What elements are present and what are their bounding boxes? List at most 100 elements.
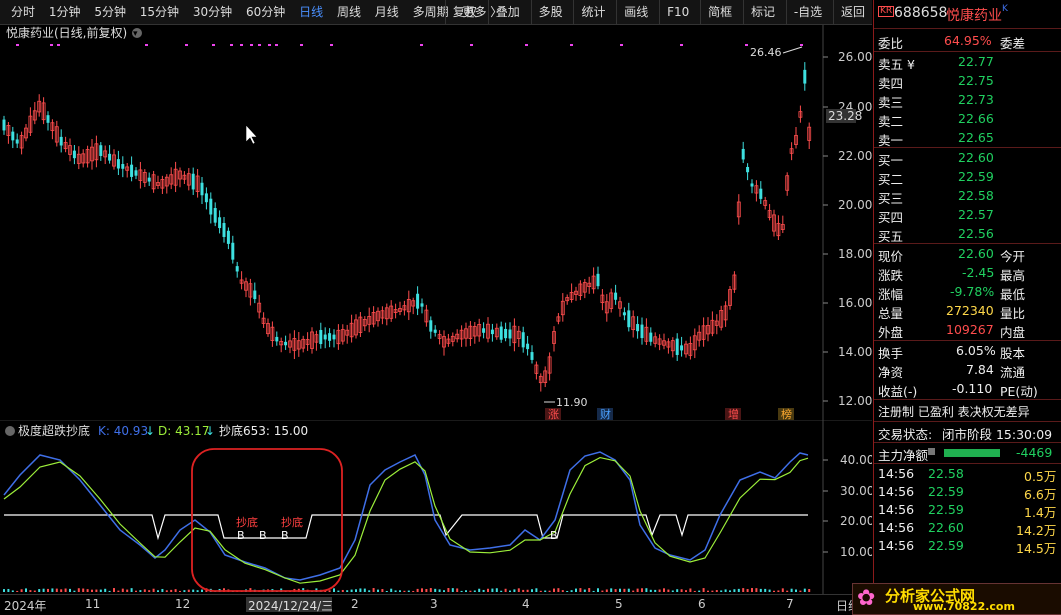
bottom-bar [38, 589, 41, 592]
sell-row-2[interactable]: 卖二 22.66 [878, 110, 1058, 129]
bottom-bar [539, 590, 542, 592]
bottom-bar [438, 589, 441, 592]
indicator-settings-icon[interactable] [5, 426, 15, 436]
tab-5min[interactable]: 5分钟 [89, 0, 131, 24]
period-tabs: 分时 1分钟 5分钟 15分钟 30分钟 60分钟 日线 周线 月线 多周期 更… [6, 0, 507, 24]
buy-row-2[interactable]: 买二 22.59 [878, 168, 1058, 187]
stat-label: 最低 [1000, 287, 1026, 302]
stat-value: 7.84 [966, 362, 994, 377]
signal-dot [525, 44, 528, 46]
chevron-down-icon[interactable] [928, 448, 935, 455]
candle-down [504, 328, 508, 339]
stat-label: 今开 [1000, 249, 1026, 264]
candle-down [130, 164, 134, 177]
tab-1min[interactable]: 1分钟 [44, 0, 86, 24]
indicator-chart[interactable]: 极度超跌抄底 K: 40.93 ↓ D: 43.17 ↓ 抄底653: 15.0… [0, 420, 872, 594]
restore-rights-button[interactable]: 复权 [444, 0, 484, 24]
date-axis: 2024年 11 12 2024/12/24/三 2 3 4 5 6 7 日线 [0, 594, 872, 615]
signal-dots [16, 44, 803, 46]
sell-price: 22.73 [958, 92, 994, 107]
price-tick-label: 18.00 [838, 247, 872, 261]
bottom-bar [583, 589, 586, 592]
bottom-bar [759, 588, 762, 592]
bottom-bar [60, 589, 63, 592]
tab-30min[interactable]: 30分钟 [188, 0, 237, 24]
overlay-button[interactable]: 叠加 [487, 0, 527, 24]
bottom-bar [658, 589, 661, 592]
bottom-bar [399, 590, 401, 592]
k-down-arrow-icon: ↓ [145, 424, 155, 438]
statistics-button[interactable]: 统计 [573, 0, 612, 24]
tab-60min[interactable]: 60分钟 [241, 0, 290, 24]
candle-down [596, 273, 600, 287]
tab-weekly[interactable]: 周线 [332, 0, 366, 24]
stock-tags[interactable]: 注册制 已盈利 表决权无差异 [878, 402, 1058, 421]
tab-monthly[interactable]: 月线 [370, 0, 404, 24]
f10-button[interactable]: F10 [659, 0, 696, 24]
candle-down [750, 183, 754, 187]
buy-row-5[interactable]: 买五 22.56 [878, 225, 1058, 244]
low-annotation: 11.90 [556, 396, 588, 409]
bottom-bar [764, 588, 767, 592]
mark-button[interactable]: 标记 [742, 0, 782, 24]
stat-label: 外盘 [878, 325, 904, 340]
tab-fenshi[interactable]: 分时 [6, 0, 40, 24]
bottom-bar [680, 589, 683, 592]
tick-time: 14:56 [878, 502, 915, 517]
bottom-bar [711, 590, 714, 592]
webi-value: 64.95% [944, 33, 992, 48]
bottom-bar [91, 589, 93, 592]
bottom-bar [808, 589, 811, 592]
signal-dot [570, 44, 573, 46]
sell-row-3[interactable]: 卖三 22.73 [878, 91, 1058, 110]
buy-row-4[interactable]: 买四 22.57 [878, 206, 1058, 225]
bottom-bar [157, 590, 159, 592]
bottom-bar [751, 588, 753, 592]
bottom-bar [605, 589, 608, 592]
bottom-bar [504, 588, 507, 592]
bottom-bar [513, 589, 516, 592]
bottom-bar [381, 589, 384, 592]
buy-mark-2: B [259, 529, 267, 542]
tick-row: 14:56 22.60 14.2万 [878, 519, 1058, 538]
sell-row-5[interactable]: 卖五 ¥ 22.77 [878, 53, 1058, 72]
stat-row: 涨幅 -9.78% 最低 [878, 283, 1058, 302]
bottom-bar [517, 588, 520, 592]
bottom-bar [429, 588, 432, 592]
tick-price: 22.59 [928, 538, 964, 553]
sell-row-4[interactable]: 卖四 22.75 [878, 72, 1058, 91]
sell-row-1[interactable]: 卖一 22.65 [878, 129, 1058, 148]
buy-row-1[interactable]: 买一 22.60 [878, 149, 1058, 168]
bottom-bar [69, 588, 71, 592]
simple-frame-button[interactable]: 简框 [700, 0, 739, 24]
bottom-bar [161, 588, 164, 592]
bottom-bar [592, 590, 595, 592]
stat-value: -9.78% [950, 284, 995, 299]
candlestick-chart[interactable]: 26.0024.0022.0020.0018.0016.0014.0012.00… [0, 25, 872, 420]
bottom-bar [407, 590, 410, 592]
candle-down [319, 329, 323, 345]
tab-15min[interactable]: 15分钟 [135, 0, 184, 24]
remove-watchlist-button[interactable]: -自选 [785, 0, 829, 24]
stat-value: 109267 [946, 322, 994, 337]
bottom-bar [372, 588, 375, 592]
bottom-bar [777, 590, 780, 592]
bottom-bar [737, 588, 740, 592]
draw-line-button[interactable]: 画线 [616, 0, 655, 24]
bottom-bar [333, 588, 335, 592]
bottom-bar [148, 590, 151, 592]
multi-stock-button[interactable]: 多股 [530, 0, 570, 24]
bottom-bar [95, 589, 98, 592]
bottom-bar [799, 590, 802, 592]
bottom-bar [667, 589, 670, 592]
buy-row-3[interactable]: 买三 22.58 [878, 187, 1058, 206]
back-button[interactable]: 返回 [832, 0, 872, 24]
bottom-bar [135, 590, 137, 592]
chart-title: 悦康药业(日线,前复权) [6, 25, 127, 40]
tick-time: 14:56 [878, 520, 915, 535]
buy-mark-4: B [550, 529, 558, 542]
candle-down [121, 164, 125, 169]
signal-dot [420, 44, 423, 46]
tab-daily[interactable]: 日线 [294, 0, 328, 24]
candle-down [416, 293, 420, 309]
